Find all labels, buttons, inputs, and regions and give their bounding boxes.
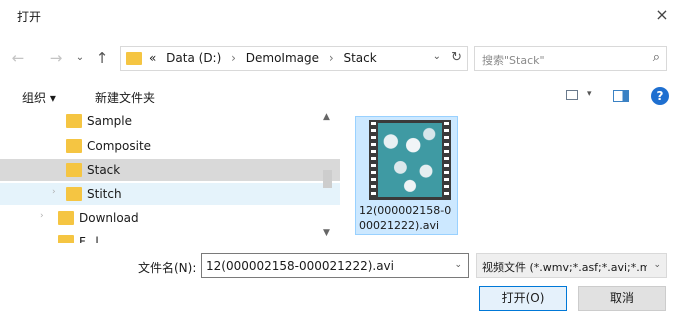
cancel-button[interactable]: 取消 [578,286,666,311]
up-arrow-icon[interactable]: ↑ [92,46,112,70]
view-options-dropdown-icon[interactable]: ▾ [587,89,592,99]
film-strip-holes [444,122,449,198]
tree-item-stack[interactable]: Stack [0,159,340,181]
breadcrumb-separator-icon[interactable]: › [231,51,236,65]
address-dropdown-icon[interactable]: ⌄ [433,51,441,62]
toolbar: 组织 ▾ 新建文件夹 ▾ ? [0,84,675,110]
tree-item-stitch[interactable]: › Stitch [0,183,340,205]
filetype-dropdown-icon[interactable]: ⌄ [653,260,661,270]
filename-value[interactable]: 12(000002158-000021222).avi [206,259,394,273]
tree-item-label: Composite [87,139,152,153]
navigation-pane: Sample Composite Stack › Stitch › Downlo… [0,110,340,243]
file-name: 12(000002158-000021222).avi [359,204,452,232]
close-icon[interactable]: × [649,2,675,28]
tree-item-label: Download [79,211,139,225]
search-placeholder: 搜索"Stack" [482,54,545,67]
open-file-dialog: 打开 × ← → ⌄ ↑ « Data (D:) › DemoImage › S… [0,0,675,316]
breadcrumb-overflow[interactable]: « [149,51,156,65]
forward-arrow-icon[interactable]: → [46,46,66,70]
scroll-up-icon[interactable]: ▲ [323,112,330,122]
filename-field[interactable]: 12(000002158-000021222).avi ⌄ [201,253,469,278]
organize-menu-button[interactable]: 组织 ▾ [22,89,56,106]
address-bar[interactable]: « Data (D:) › DemoImage › Stack ⌄ ↻ [120,46,468,71]
search-icon[interactable]: ⌕ [653,50,660,65]
breadcrumb-item[interactable]: Data (D:) [166,51,221,65]
nav-pane-scrollbar[interactable]: ▲ ▼ [319,110,336,243]
file-list: 12(000002158-000021222).avi [344,110,675,243]
open-button[interactable]: 打开(O) [479,286,567,311]
breadcrumb-item[interactable]: Stack [343,51,376,65]
title-bar: 打开 × [0,0,675,34]
back-arrow-icon[interactable]: ← [8,46,28,70]
folder-icon [126,52,142,65]
folder-icon [66,114,82,128]
expand-chevron-icon[interactable]: › [52,187,56,197]
preview-pane-icon[interactable] [613,90,629,102]
folder-icon [66,139,82,153]
breadcrumb-item[interactable]: DemoImage [246,51,319,65]
breadcrumb: « Data (D:) › DemoImage › Stack [149,51,383,65]
filetype-value: 视频文件 (*.wmv;*.asf;*.avi;*.m [482,261,647,274]
scrollbar-thumb[interactable] [323,170,332,188]
filetype-select[interactable]: 视频文件 (*.wmv;*.asf;*.avi;*.m ⌄ [476,253,667,278]
tree-item-label: Stack [87,163,121,177]
file-item-selected[interactable]: 12(000002158-000021222).avi [355,116,458,235]
tree-item-label: F...l [79,235,99,243]
help-icon[interactable]: ? [651,87,669,105]
film-strip-holes [371,122,376,198]
scroll-down-icon[interactable]: ▼ [323,228,330,238]
new-folder-button[interactable]: 新建文件夹 [95,89,155,106]
refresh-icon[interactable]: ↻ [451,50,462,65]
tree-item-partial[interactable]: F...l [0,231,340,243]
expand-chevron-icon[interactable]: › [40,211,44,221]
view-mode-icon[interactable] [566,90,578,100]
folder-icon [58,211,74,225]
video-file-thumbnail-icon [369,120,451,200]
folder-icon [66,187,82,201]
folder-icon [66,163,82,177]
tree-item-label: Stitch [87,187,122,201]
thumbnail-image [378,123,442,197]
filename-label: 文件名(N): [138,261,197,275]
navigation-row: ← → ⌄ ↑ « Data (D:) › DemoImage › Stack … [0,44,675,74]
breadcrumb-separator-icon[interactable]: › [329,51,334,65]
search-input[interactable]: 搜索"Stack" ⌕ [474,46,667,71]
dialog-title: 打开 [17,10,42,24]
filename-dropdown-icon[interactable]: ⌄ [454,260,462,270]
tree-item-label: Sample [87,114,132,128]
tree-item-sample[interactable]: Sample [0,110,340,132]
folder-icon [58,235,74,243]
recent-locations-chevron-icon[interactable]: ⌄ [70,46,90,70]
tree-item-download[interactable]: › Download [0,207,340,229]
tree-item-composite[interactable]: Composite [0,135,340,157]
